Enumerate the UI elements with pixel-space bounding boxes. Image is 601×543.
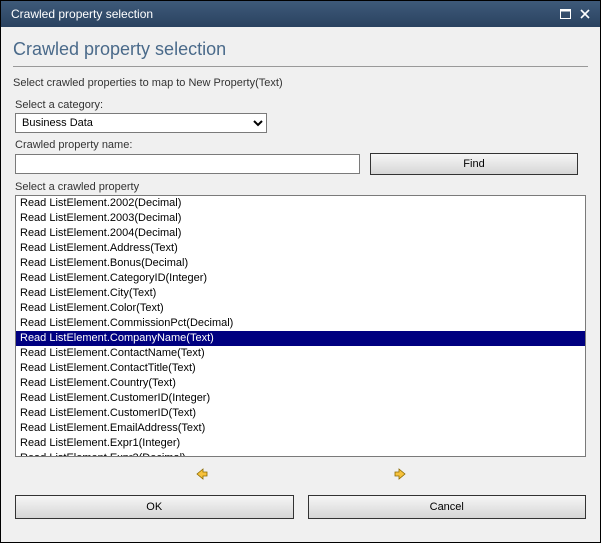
arrow-right-icon: [393, 467, 407, 481]
list-item[interactable]: Read ListElement.Color(Text): [16, 301, 585, 316]
list-item[interactable]: Read ListElement.Expr2(Decimal): [16, 451, 585, 456]
list-item[interactable]: Read ListElement.CategoryID(Integer): [16, 271, 585, 286]
search-label: Crawled property name:: [15, 139, 586, 151]
arrow-left-icon: [195, 467, 209, 481]
list-item[interactable]: Read ListElement.EmailAddress(Text): [16, 421, 585, 436]
list-item[interactable]: Read ListElement.City(Text): [16, 286, 585, 301]
titlebar: Crawled property selection: [1, 1, 600, 27]
category-dropdown[interactable]: Business Data: [15, 113, 267, 133]
list-item[interactable]: Read ListElement.Expr1(Integer): [16, 436, 585, 451]
close-button[interactable]: [576, 6, 594, 22]
cancel-button[interactable]: Cancel: [308, 495, 587, 519]
instruction-text: Select crawled properties to map to New …: [13, 77, 588, 89]
list-item[interactable]: Read ListElement.Country(Text): [16, 376, 585, 391]
maximize-icon: [560, 9, 571, 19]
list-item[interactable]: Read ListElement.Address(Text): [16, 241, 585, 256]
property-listbox[interactable]: Read ListElement.2002(Decimal)Read ListE…: [15, 195, 586, 457]
page-title: Crawled property selection: [13, 39, 588, 67]
list-item[interactable]: Read ListElement.2004(Decimal): [16, 226, 585, 241]
window-title: Crawled property selection: [11, 7, 554, 21]
maximize-button[interactable]: [556, 6, 574, 22]
list-item[interactable]: Read ListElement.CustomerID(Integer): [16, 391, 585, 406]
close-icon: [580, 9, 590, 19]
list-item[interactable]: Read ListElement.CustomerID(Text): [16, 406, 585, 421]
list-item[interactable]: Read ListElement.CompanyName(Text): [16, 331, 585, 346]
property-name-input[interactable]: [15, 154, 360, 174]
list-item[interactable]: Read ListElement.ContactName(Text): [16, 346, 585, 361]
list-item[interactable]: Read ListElement.ContactTitle(Text): [16, 361, 585, 376]
ok-button[interactable]: OK: [15, 495, 294, 519]
list-item[interactable]: Read ListElement.2003(Decimal): [16, 211, 585, 226]
list-item[interactable]: Read ListElement.2002(Decimal): [16, 196, 585, 211]
dialog-content: Crawled property selection Select crawle…: [1, 27, 600, 542]
find-button[interactable]: Find: [370, 153, 578, 175]
list-item[interactable]: Read ListElement.Bonus(Decimal): [16, 256, 585, 271]
prev-page-button[interactable]: [193, 465, 211, 483]
listbox-label: Select a crawled property: [15, 181, 586, 193]
category-label: Select a category:: [15, 99, 586, 111]
list-item[interactable]: Read ListElement.CommissionPct(Decimal): [16, 316, 585, 331]
next-page-button[interactable]: [391, 465, 409, 483]
